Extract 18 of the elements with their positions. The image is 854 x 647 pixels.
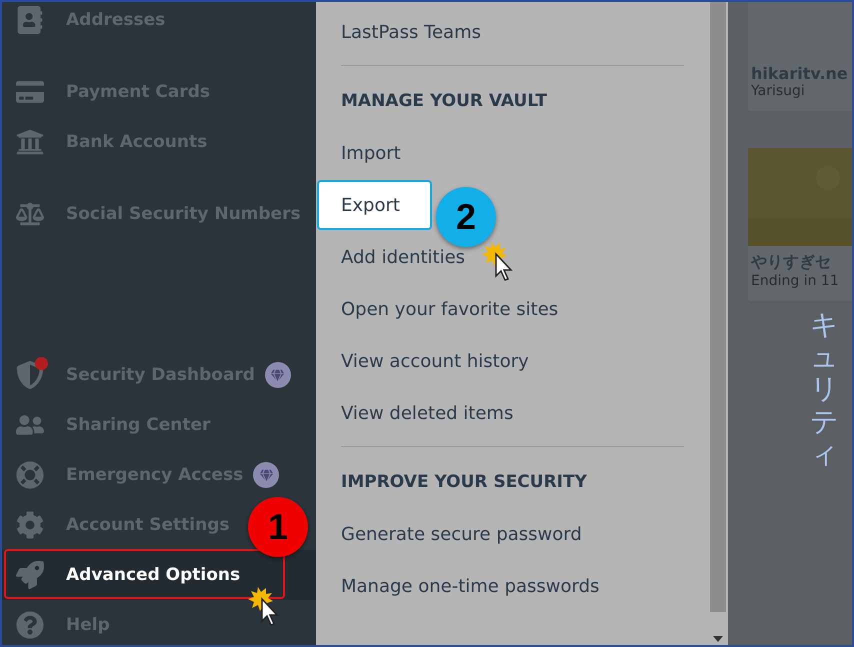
sidebar-label: Advanced Options [66, 565, 240, 585]
card-subtitle: Ending in 11 [750, 273, 840, 289]
section-heading: MANAGE YOUR VAULT [341, 90, 548, 113]
menu-item[interactable]: Open your favorite sites [341, 298, 558, 320]
menu-item[interactable]: Add identities [341, 246, 466, 268]
menu-item[interactable]: Generate secure password [341, 524, 582, 544]
section-heading: IMPROVE YOUR SECURITY [341, 471, 588, 494]
card-subtitle: Yarisugi [750, 83, 806, 99]
menu-item[interactable]: View deleted items [341, 402, 514, 424]
menu-item[interactable]: View account history [341, 350, 529, 372]
vertical-text: キュリティ [810, 309, 838, 470]
notification-dot [35, 357, 48, 370]
menu-item[interactable]: Export [317, 180, 432, 230]
selected-sidebar-item[interactable]: Advanced Options [2, 550, 316, 600]
menu-item[interactable]: Import [341, 142, 401, 164]
scrollbar[interactable] [708, 2, 728, 645]
menu-item[interactable]: Manage one-time passwords [341, 576, 600, 596]
menu-item[interactable]: LastPass Teams [341, 22, 482, 42]
